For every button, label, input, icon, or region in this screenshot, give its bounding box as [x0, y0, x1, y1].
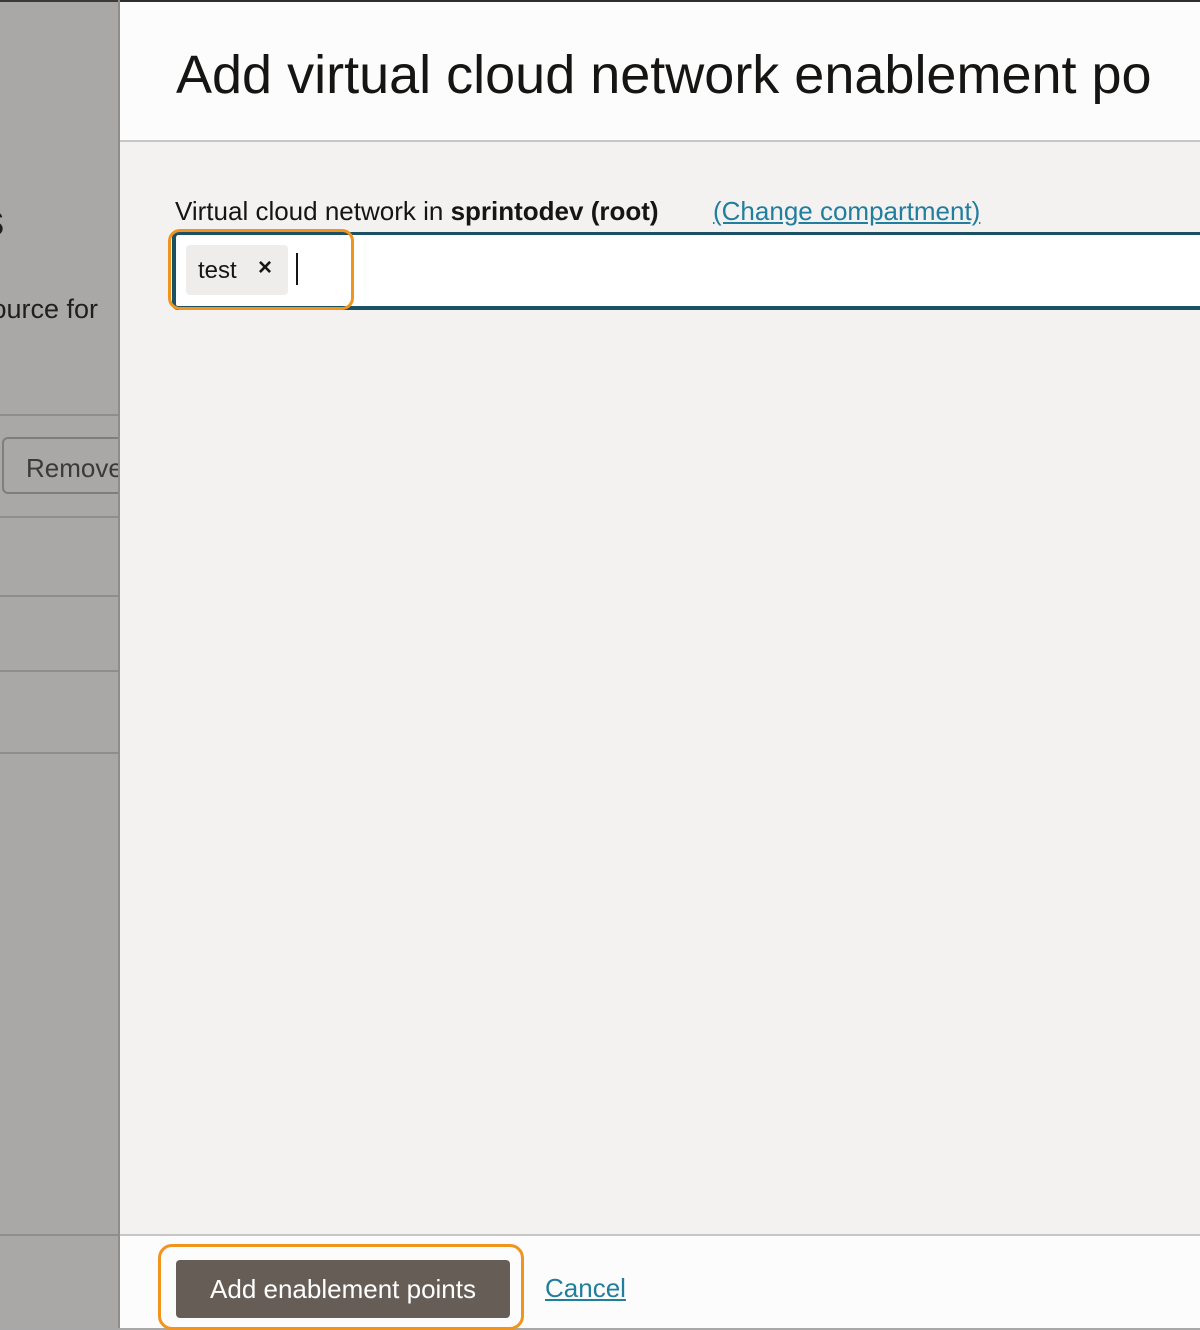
background-divider — [0, 752, 118, 754]
change-compartment-link[interactable]: (Change compartment) — [713, 196, 980, 227]
vcn-field-label: Virtual cloud network in sprintodev (roo… — [175, 196, 659, 227]
background-divider — [0, 516, 118, 518]
background-description: source for — [0, 294, 99, 324]
vcn-field-label-prefix: Virtual cloud network in — [175, 196, 451, 226]
background-top-bar — [0, 0, 118, 2]
cancel-link[interactable]: Cancel — [545, 1273, 626, 1304]
drawer-header: Add virtual cloud network enablement po — [120, 0, 1200, 142]
background-divider — [0, 414, 118, 416]
background-divider — [0, 670, 118, 672]
background-divider — [0, 595, 118, 597]
add-vcn-enablement-drawer: Add virtual cloud network enablement po … — [118, 0, 1200, 1330]
drawer-edge — [118, 0, 120, 1328]
compartment-name: sprintodev (root) — [450, 196, 659, 226]
drawer-footer: Add enablement points Cancel — [120, 1234, 1200, 1330]
background-page: ts source for Remove — [0, 0, 118, 1328]
drawer-title: Add virtual cloud network enablement po — [176, 45, 1152, 105]
background-remove-button: Remove — [2, 437, 118, 494]
chip-highlight — [168, 229, 354, 310]
background-heading: ts — [0, 196, 4, 246]
background-divider — [0, 1234, 118, 1236]
button-highlight — [158, 1244, 524, 1330]
